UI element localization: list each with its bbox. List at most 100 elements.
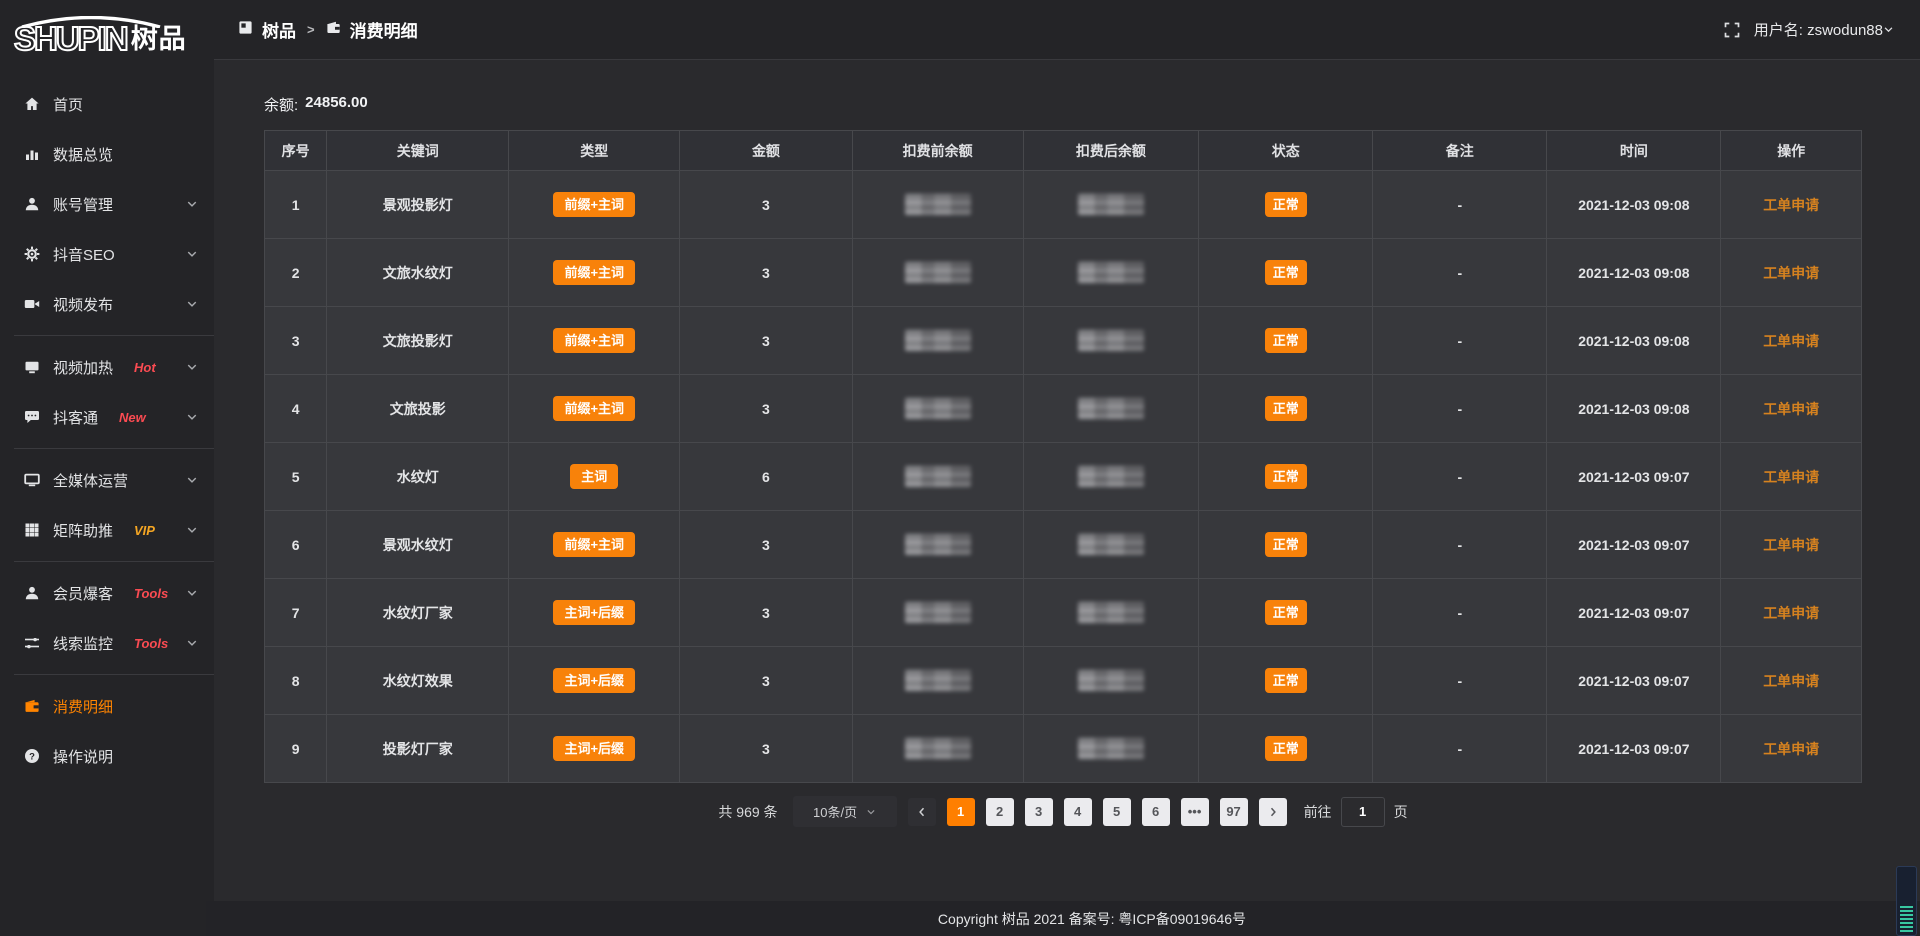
column-header-time: 时间 <box>1547 131 1721 171</box>
sidebar-item-douyin-seo[interactable]: 抖音SEO <box>0 229 214 279</box>
sidebar-item-tag: New <box>119 410 146 425</box>
page-button-5[interactable]: 5 <box>1103 798 1131 826</box>
cell-type: 主词+后缀 <box>509 647 680 715</box>
cell-before <box>852 307 1023 375</box>
sidebar-item-douketong[interactable]: 抖客通New <box>0 392 214 442</box>
column-header-before: 扣费前余额 <box>852 131 1023 171</box>
pagination: 共 969 条10条/页123456•••97前往页 <box>264 796 1862 827</box>
page-button-6[interactable]: 6 <box>1142 798 1170 826</box>
cell-time: 2021-12-03 09:07 <box>1547 511 1721 579</box>
ticket-request-link[interactable]: 工单申请 <box>1763 605 1819 621</box>
column-header-after: 扣费后余额 <box>1023 131 1199 171</box>
chevron-down-icon <box>186 411 198 423</box>
ticket-request-link[interactable]: 工单申请 <box>1763 741 1819 757</box>
next-page-button[interactable] <box>1259 798 1287 826</box>
page-size-select[interactable]: 10条/页 <box>793 796 897 827</box>
page-button-3[interactable]: 3 <box>1025 798 1053 826</box>
fullscreen-button[interactable] <box>1724 22 1740 38</box>
cell-action: 工单申请 <box>1721 511 1862 579</box>
sidebar-item-data-overview[interactable]: 数据总览 <box>0 129 214 179</box>
sidebar-item-clue-monitor[interactable]: 线索监控Tools <box>0 618 214 668</box>
sidebar-item-help[interactable]: ?操作说明 <box>0 731 214 781</box>
footer: Copyright 树品 2021 备案号: 粤ICP备09019646号 <box>206 901 1920 936</box>
chevron-down-icon <box>186 524 198 536</box>
page-button-2[interactable]: 2 <box>986 798 1014 826</box>
cell-after <box>1023 307 1199 375</box>
sidebar-item-tag: Tools <box>134 586 168 601</box>
ticket-request-link[interactable]: 工单申请 <box>1763 537 1819 553</box>
cell-type: 前缀+主词 <box>509 375 680 443</box>
type-badge: 前缀+主词 <box>553 192 635 217</box>
cell-after <box>1023 443 1199 511</box>
cell-action: 工单申请 <box>1721 579 1862 647</box>
sliders-icon <box>24 635 40 651</box>
sidebar-item-label: 矩阵助推 <box>53 520 113 541</box>
cell-after <box>1023 239 1199 307</box>
chevron-down-icon <box>186 474 198 486</box>
chat-icon <box>24 409 40 425</box>
sidebar-item-video-publish[interactable]: 视频发布 <box>0 279 214 329</box>
column-header-type: 类型 <box>509 131 680 171</box>
user-menu-chevron[interactable] <box>1889 24 1894 35</box>
cell-action: 工单申请 <box>1721 443 1862 511</box>
cell-keyword: 文旅水纹灯 <box>327 239 509 307</box>
sidebar-item-label: 账号管理 <box>53 194 113 215</box>
question-icon: ? <box>24 748 40 764</box>
member-icon <box>24 585 40 601</box>
cell-index: 3 <box>265 307 327 375</box>
prev-page-button[interactable] <box>908 798 936 826</box>
type-badge: 主词+后缀 <box>553 600 635 625</box>
ticket-request-link[interactable]: 工单申请 <box>1763 469 1819 485</box>
breadcrumb-app-icon-slot <box>238 20 253 40</box>
table-row: 1景观投影灯前缀+主词3正常-2021-12-03 09:08工单申请 <box>265 171 1862 239</box>
status-badge: 正常 <box>1265 396 1307 421</box>
table-row: 8水纹灯效果主词+后缀3正常-2021-12-03 09:07工单申请 <box>265 647 1862 715</box>
sidebar-item-member-baoke[interactable]: 会员爆客 Tools <box>0 568 214 618</box>
cell-note: - <box>1373 307 1547 375</box>
page-button-1[interactable]: 1 <box>947 798 975 826</box>
masked-balance <box>1078 534 1144 555</box>
table-row: 2文旅水纹灯前缀+主词3正常-2021-12-03 09:08工单申请 <box>265 239 1862 307</box>
sidebar-item-label: 视频发布 <box>53 294 113 315</box>
cell-time: 2021-12-03 09:08 <box>1547 307 1721 375</box>
more-pages-button[interactable]: ••• <box>1181 798 1209 826</box>
cell-type: 前缀+主词 <box>509 239 680 307</box>
sidebar-item-label: 会员爆客 <box>53 583 113 604</box>
sidebar-item-video-heat[interactable]: 视频加热Hot <box>0 342 214 392</box>
status-badge: 正常 <box>1265 600 1307 625</box>
sidebar-item-home[interactable]: 首页 <box>0 79 214 129</box>
status-badge: 正常 <box>1265 668 1307 693</box>
ticket-request-link[interactable]: 工单申请 <box>1763 673 1819 689</box>
sidebar-item-matrix-boost[interactable]: 矩阵助推VIP <box>0 505 214 555</box>
sidebar-item-account-manage[interactable]: 账号管理 <box>0 179 214 229</box>
breadcrumb-item-root[interactable]: 树品 <box>262 17 296 42</box>
page-button-97[interactable]: 97 <box>1220 798 1248 826</box>
ticket-request-link[interactable]: 工单申请 <box>1763 401 1819 417</box>
ticket-request-link[interactable]: 工单申请 <box>1763 197 1819 213</box>
floating-widget[interactable] <box>1896 866 1917 936</box>
cell-action: 工单申请 <box>1721 715 1862 783</box>
cell-after <box>1023 715 1199 783</box>
monitor-icon <box>24 472 40 488</box>
wallet-icon <box>326 20 341 35</box>
cell-time: 2021-12-03 09:07 <box>1547 647 1721 715</box>
cell-time: 2021-12-03 09:08 <box>1547 171 1721 239</box>
breadcrumb-wallet-icon-slot <box>326 20 341 40</box>
cell-status: 正常 <box>1199 171 1373 239</box>
cell-before <box>852 579 1023 647</box>
goto-page-input[interactable] <box>1341 797 1385 827</box>
cell-after <box>1023 647 1199 715</box>
sidebar-item-media-operation[interactable]: 全媒体运营 <box>0 455 214 505</box>
table-body: 1景观投影灯前缀+主词3正常-2021-12-03 09:08工单申请2文旅水纹… <box>265 171 1862 783</box>
balance-value: 24856.00 <box>305 94 368 115</box>
type-badge: 前缀+主词 <box>553 260 635 285</box>
page-button-4[interactable]: 4 <box>1064 798 1092 826</box>
cell-before <box>852 239 1023 307</box>
status-badge: 正常 <box>1265 260 1307 285</box>
username[interactable]: 用户名: zswodun88 <box>1754 19 1883 40</box>
sidebar-item-consume-detail[interactable]: 消费明细 <box>0 681 214 731</box>
cell-status: 正常 <box>1199 511 1373 579</box>
ticket-request-link[interactable]: 工单申请 <box>1763 333 1819 349</box>
type-badge: 主词+后缀 <box>553 736 635 761</box>
ticket-request-link[interactable]: 工单申请 <box>1763 265 1819 281</box>
